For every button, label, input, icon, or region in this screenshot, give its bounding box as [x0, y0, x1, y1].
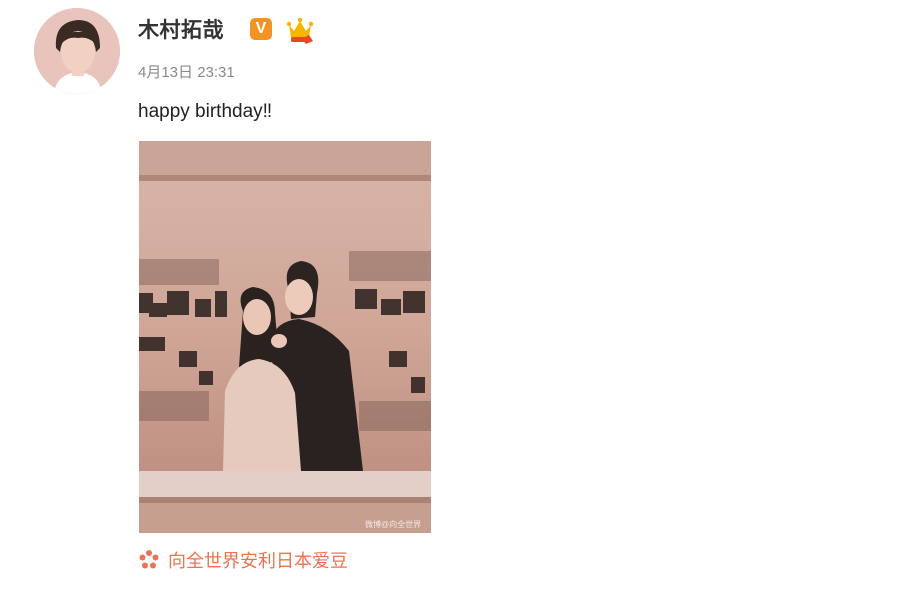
post-photo[interactable]: [139, 141, 431, 533]
post-text: happy birthday‼︎: [138, 101, 273, 122]
weibo-post: 木村拓哉 V 4月13日 23:31 happy birthday‼︎ 微博@向…: [0, 0, 900, 589]
username[interactable]: 木村拓哉: [138, 14, 224, 44]
flower-location-icon: [139, 550, 159, 569]
post-timestamp[interactable]: 4月13日 23:31: [138, 61, 235, 82]
verified-v-icon[interactable]: V: [250, 18, 272, 40]
avatar-image: [34, 8, 120, 94]
photo-watermark: 微博@向全世界: [365, 520, 422, 529]
location-link[interactable]: 向全世界安利日本爱豆: [138, 548, 348, 572]
location-label: 向全世界安利日本爱豆: [168, 551, 348, 571]
crown-member-icon[interactable]: [285, 13, 315, 45]
photo-image: [139, 141, 431, 533]
avatar[interactable]: [34, 8, 120, 94]
